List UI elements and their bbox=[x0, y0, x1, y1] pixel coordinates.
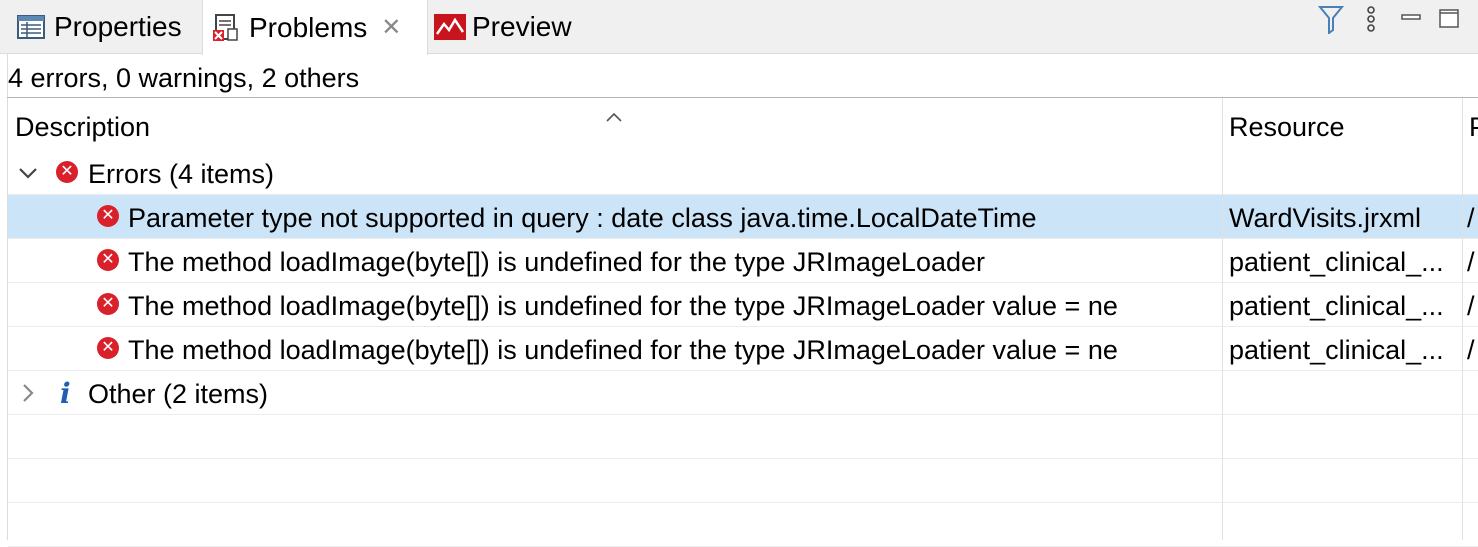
maximize-icon[interactable] bbox=[1434, 2, 1464, 36]
group-label: Errors (4 items) bbox=[88, 159, 275, 189]
problems-summary: 4 errors, 0 warnings, 2 others bbox=[8, 63, 360, 93]
problem-description: Parameter type not supported in query : … bbox=[128, 203, 1037, 233]
table-row[interactable]: ✕ Parameter type not supported in query … bbox=[8, 195, 1478, 239]
column-separator[interactable] bbox=[1462, 98, 1463, 540]
view-tab-bar: Properties Problems ✕ Preview bbox=[0, 0, 1478, 55]
problem-path: / bbox=[1467, 247, 1475, 277]
error-icon: ✕ bbox=[97, 205, 119, 227]
group-row-errors[interactable]: ✕ Errors (4 items) bbox=[8, 151, 1478, 195]
problem-path: / bbox=[1467, 335, 1475, 365]
table-row[interactable]: ✕ The method loadImage(byte[]) is undefi… bbox=[8, 239, 1478, 283]
tab-label: Problems bbox=[249, 11, 368, 43]
problem-resource: patient_clinical_... bbox=[1229, 291, 1444, 321]
error-icon: ✕ bbox=[97, 293, 119, 315]
problem-resource: patient_clinical_... bbox=[1229, 247, 1444, 277]
problem-path: / bbox=[1467, 291, 1475, 321]
tab-properties[interactable]: Properties bbox=[16, 0, 182, 54]
view-menu-icon[interactable] bbox=[1356, 2, 1386, 36]
problem-description: The method loadImage(byte[]) is undefine… bbox=[128, 247, 985, 277]
chevron-right-icon[interactable] bbox=[16, 371, 40, 414]
problem-resource: WardVisits.jrxml bbox=[1229, 203, 1422, 233]
problem-description: The method loadImage(byte[]) is undefine… bbox=[128, 335, 1118, 365]
close-tab-icon[interactable]: ✕ bbox=[381, 13, 401, 42]
preview-icon bbox=[434, 12, 466, 42]
tab-label: Preview bbox=[472, 11, 572, 42]
minimize-icon[interactable] bbox=[1396, 2, 1426, 36]
tab-preview[interactable]: Preview bbox=[434, 0, 572, 54]
info-icon: i bbox=[60, 377, 71, 410]
column-header-path[interactable]: P bbox=[1462, 98, 1478, 150]
column-header-resource[interactable]: Resource bbox=[1222, 98, 1462, 150]
chevron-down-icon[interactable] bbox=[16, 151, 40, 194]
empty-row bbox=[8, 415, 1478, 459]
empty-row bbox=[8, 459, 1478, 503]
column-separator[interactable] bbox=[1222, 98, 1223, 540]
properties-icon bbox=[16, 12, 46, 42]
table-row[interactable]: ✕ The method loadImage(byte[]) is undefi… bbox=[8, 283, 1478, 327]
sort-ascending-icon bbox=[604, 104, 624, 130]
tab-label: Properties bbox=[54, 11, 182, 42]
empty-row bbox=[8, 503, 1478, 547]
problems-icon bbox=[211, 13, 241, 43]
group-row-other[interactable]: i Other (2 items) bbox=[8, 371, 1478, 415]
problem-resource: patient_clinical_... bbox=[1229, 335, 1444, 365]
error-icon: ✕ bbox=[97, 249, 119, 271]
tab-problems[interactable]: Problems ✕ bbox=[202, 0, 428, 55]
group-label: Other (2 items) bbox=[88, 379, 269, 409]
error-icon: ✕ bbox=[56, 161, 78, 183]
table-row[interactable]: ✕ The method loadImage(byte[]) is undefi… bbox=[8, 327, 1478, 371]
table-header: Description Resource P bbox=[8, 98, 1478, 150]
error-icon: ✕ bbox=[97, 337, 119, 359]
problem-description: The method loadImage(byte[]) is undefine… bbox=[128, 291, 1118, 321]
problem-path: / bbox=[1467, 203, 1475, 233]
filter-icon[interactable] bbox=[1316, 2, 1346, 36]
